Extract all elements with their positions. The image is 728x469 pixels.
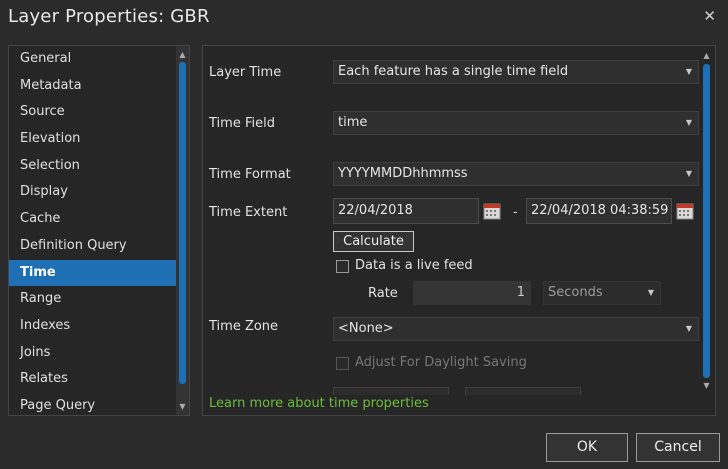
time-format-value: YYYYMMDDhhmmss [338, 166, 468, 181]
extent-end-field[interactable]: 22/04/2018 04:38:59 [526, 198, 672, 224]
clipped-control [333, 387, 449, 395]
sidebar-item-display[interactable]: Display [9, 179, 177, 206]
time-field-label: Time Field [209, 116, 275, 131]
sidebar-item-metadata[interactable]: Metadata [9, 73, 177, 100]
calculate-button[interactable]: Calculate [333, 231, 414, 252]
sidebar-item-joins[interactable]: Joins [9, 340, 177, 367]
time-zone-dropdown[interactable]: <None> ▼ [333, 317, 699, 341]
sidebar-item-page-query[interactable]: Page Query [9, 393, 177, 420]
extent-separator: - [513, 205, 518, 220]
scroll-down-icon[interactable]: ▼ [700, 380, 713, 392]
layer-time-value: Each feature has a single time field [338, 64, 569, 79]
chevron-down-icon: ▼ [685, 324, 692, 333]
sidebar-item-elevation[interactable]: Elevation [9, 126, 177, 153]
scroll-down-icon[interactable]: ▼ [176, 400, 189, 413]
layer-time-dropdown[interactable]: Each feature has a single time field ▼ [333, 60, 699, 84]
scroll-up-icon[interactable]: ▲ [700, 50, 713, 62]
time-zone-value: <None> [338, 321, 394, 336]
panel-scrollbar[interactable]: ▲ ▼ [700, 50, 713, 392]
calendar-icon[interactable] [676, 202, 694, 220]
sidebar-item-definition-query[interactable]: Definition Query [9, 233, 177, 260]
sidebar-item-source[interactable]: Source [9, 99, 177, 126]
time-format-dropdown[interactable]: YYYYMMDDhhmmss ▼ [333, 162, 699, 186]
sidebar-item-time[interactable]: Time [9, 259, 177, 287]
sidebar-scrollbar[interactable]: ▲ ▼ [176, 46, 189, 415]
rate-label: Rate [368, 286, 398, 301]
chevron-down-icon: ▼ [647, 288, 654, 297]
scroll-up-icon[interactable]: ▲ [176, 48, 189, 61]
sidebar-item-indexes[interactable]: Indexes [9, 313, 177, 340]
live-feed-label: Data is a live feed [355, 258, 473, 273]
sidebar-item-relates[interactable]: Relates [9, 366, 177, 393]
sidebar-item-general[interactable]: General [9, 46, 177, 73]
cancel-button[interactable]: Cancel [636, 433, 720, 462]
chevron-down-icon: ▼ [685, 169, 692, 178]
rate-input[interactable]: 1 [413, 281, 531, 305]
time-format-label: Time Format [209, 167, 291, 182]
rate-unit-value: Seconds [548, 285, 603, 300]
clipped-control [465, 387, 581, 395]
calendar-icon[interactable] [483, 202, 501, 220]
time-field-dropdown[interactable]: time ▼ [333, 111, 699, 135]
window-title: Layer Properties: GBR [8, 6, 210, 27]
sidebar-scroll-thumb[interactable] [179, 62, 186, 384]
time-zone-label: Time Zone [209, 319, 279, 334]
chevron-down-icon: ▼ [685, 118, 692, 127]
rate-unit-dropdown[interactable]: Seconds ▼ [543, 281, 661, 305]
daylight-saving-label: Adjust For Daylight Saving [355, 355, 527, 370]
time-panel: Layer Time Each feature has a single tim… [202, 45, 716, 416]
extent-start-field[interactable]: 22/04/2018 [333, 198, 479, 224]
chevron-down-icon: ▼ [685, 67, 692, 76]
layer-time-label: Layer Time [209, 65, 282, 80]
sidebar-item-range[interactable]: Range [9, 286, 177, 313]
learn-more-link[interactable]: Learn more about time properties [209, 396, 429, 411]
sidebar-item-selection[interactable]: Selection [9, 153, 177, 180]
time-field-value: time [338, 115, 368, 130]
panel-scroll-thumb[interactable] [703, 64, 710, 378]
ok-button[interactable]: OK [546, 433, 628, 462]
close-icon[interactable]: ✕ [703, 7, 716, 25]
sidebar-list: General Metadata Source Elevation Select… [9, 46, 177, 420]
sidebar: General Metadata Source Elevation Select… [8, 45, 190, 416]
daylight-saving-checkbox[interactable] [336, 357, 349, 370]
sidebar-item-cache[interactable]: Cache [9, 206, 177, 233]
time-extent-label: Time Extent [209, 205, 288, 220]
live-feed-checkbox[interactable] [336, 260, 349, 273]
